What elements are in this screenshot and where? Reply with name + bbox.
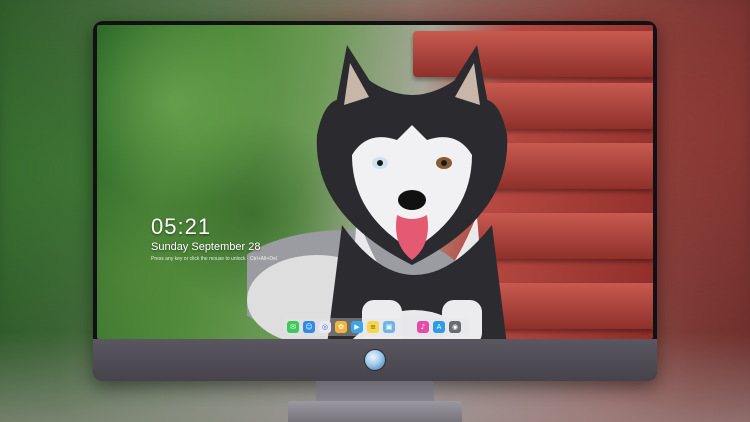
lock-date: Sunday September 28 (151, 241, 261, 253)
lock-clock: 05:21 (151, 214, 212, 239)
camera-icon[interactable]: ◉ (449, 321, 461, 333)
monitor: 05:21 Sunday September 28 Press any key … (93, 21, 657, 381)
wallpaper-husky (247, 45, 508, 339)
monitor-stand-base (288, 401, 462, 422)
unlock-hint: Press any key or click the mouse to unlo… (151, 256, 277, 262)
monitor-stand-neck (316, 381, 434, 403)
clapper-icon[interactable]: ▶ (351, 321, 363, 333)
messages-icon[interactable]: ✉ (287, 321, 299, 333)
brand-logo-icon (364, 349, 386, 371)
safari-icon[interactable]: ◎ (319, 321, 331, 333)
app-store-icon[interactable]: A (433, 321, 445, 333)
monitor-chin (93, 339, 657, 381)
preview-icon[interactable]: ▣ (383, 321, 395, 333)
dock: ✉ ☺ ◎ ✿ ▶ ≡ ▣ ♪ A ◉ (283, 318, 469, 336)
lock-screen[interactable]: 05:21 Sunday September 28 Press any key … (97, 25, 653, 339)
photos-icon[interactable]: ✿ (335, 321, 347, 333)
finder-icon[interactable]: ☺ (303, 321, 315, 333)
notes-icon[interactable]: ≡ (367, 321, 379, 333)
music-icon[interactable]: ♪ (417, 321, 429, 333)
